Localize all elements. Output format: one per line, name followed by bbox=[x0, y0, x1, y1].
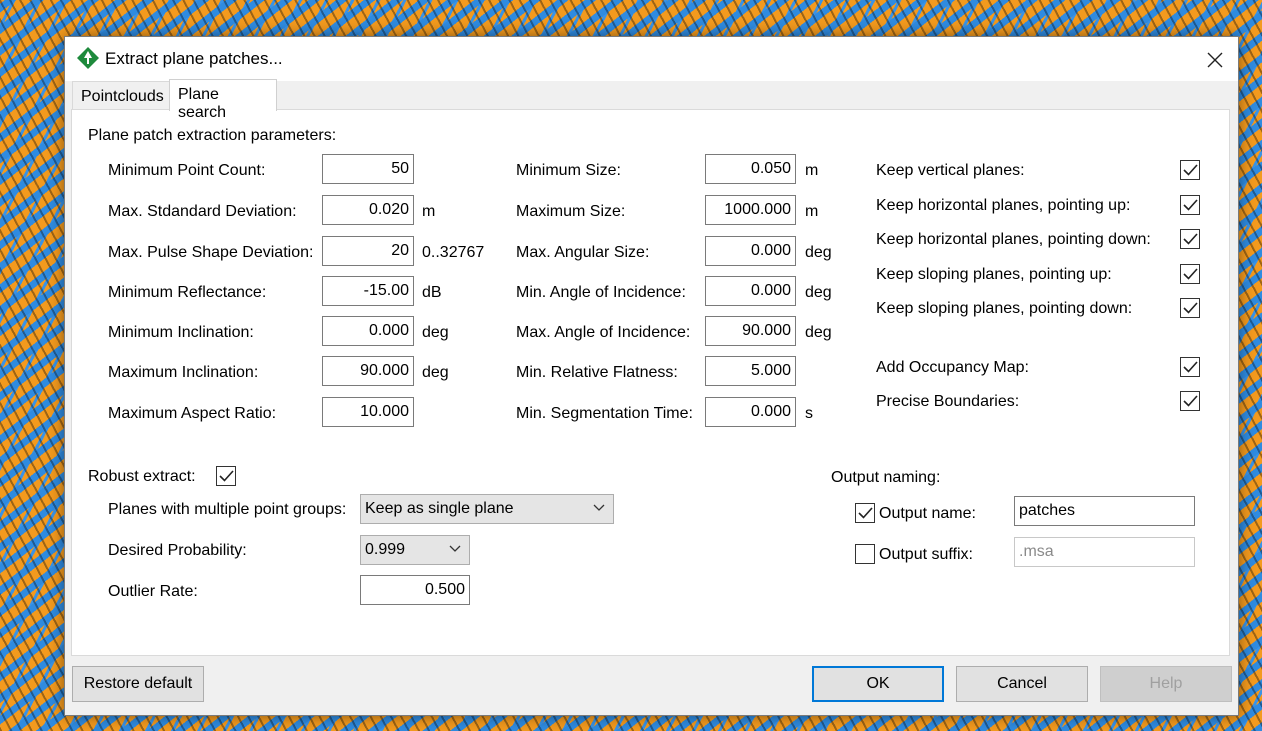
ok-button[interactable]: OK bbox=[812, 666, 944, 702]
checkmark-icon bbox=[858, 507, 873, 519]
keep-horizontal-up-checkbox[interactable] bbox=[1180, 195, 1200, 215]
max-inclination-input[interactable] bbox=[322, 356, 414, 386]
max-std-deviation-label: Max. Stdandard Deviation: bbox=[108, 203, 297, 220]
title-bar: Extract plane patches... bbox=[65, 37, 1238, 81]
max-size-input[interactable] bbox=[705, 195, 796, 225]
max-std-deviation-unit: m bbox=[422, 203, 436, 220]
robust-extract-label: Robust extract: bbox=[88, 468, 196, 485]
keep-sloping-down-checkbox[interactable] bbox=[1180, 298, 1200, 318]
outlier-rate-label: Outlier Rate: bbox=[108, 583, 198, 600]
max-angular-size-input[interactable] bbox=[705, 236, 796, 266]
checkmark-icon bbox=[1183, 395, 1198, 407]
min-segmentation-time-label: Min. Segmentation Time: bbox=[516, 405, 693, 422]
close-icon bbox=[1207, 52, 1223, 68]
max-aspect-ratio-input[interactable] bbox=[322, 397, 414, 427]
cancel-button[interactable]: Cancel bbox=[956, 666, 1088, 702]
min-inclination-unit: deg bbox=[422, 324, 449, 341]
keep-horizontal-up-label: Keep horizontal planes, pointing up: bbox=[876, 197, 1131, 214]
min-point-count-label: Minimum Point Count: bbox=[108, 162, 266, 179]
multi-groups-label: Planes with multiple point groups: bbox=[108, 501, 347, 518]
outlier-rate-input[interactable] bbox=[360, 575, 470, 605]
add-occupancy-map-label: Add Occupancy Map: bbox=[876, 359, 1029, 376]
keep-vertical-planes-label: Keep vertical planes: bbox=[876, 162, 1025, 179]
output-suffix-checkbox[interactable] bbox=[855, 544, 875, 564]
close-button[interactable] bbox=[1192, 37, 1238, 81]
min-inclination-label: Minimum Inclination: bbox=[108, 324, 254, 341]
max-inclination-label: Maximum Inclination: bbox=[108, 364, 259, 381]
app-logo-icon bbox=[77, 47, 99, 69]
keep-horizontal-down-label: Keep horizontal planes, pointing down: bbox=[876, 231, 1151, 248]
min-inclination-input[interactable] bbox=[322, 316, 414, 346]
checkmark-icon bbox=[1183, 302, 1198, 314]
keep-sloping-down-label: Keep sloping planes, pointing down: bbox=[876, 300, 1133, 317]
output-suffix-input[interactable] bbox=[1014, 537, 1195, 567]
min-reflectance-label: Minimum Reflectance: bbox=[108, 284, 267, 301]
max-angle-incidence-label: Max. Angle of Incidence: bbox=[516, 324, 691, 341]
restore-default-button[interactable]: Restore default bbox=[72, 666, 204, 702]
min-size-input[interactable] bbox=[705, 154, 796, 184]
multi-groups-select[interactable]: Keep as single plane bbox=[360, 494, 614, 524]
max-pulse-shape-deviation-input[interactable] bbox=[322, 236, 414, 266]
output-name-checkbox[interactable] bbox=[855, 503, 875, 523]
precise-boundaries-label: Precise Boundaries: bbox=[876, 393, 1020, 410]
min-relative-flatness-input[interactable] bbox=[705, 356, 796, 386]
add-occupancy-map-checkbox[interactable] bbox=[1180, 357, 1200, 377]
min-reflectance-unit: dB bbox=[422, 284, 442, 301]
output-suffix-label: Output suffix: bbox=[879, 546, 973, 563]
precise-boundaries-checkbox[interactable] bbox=[1180, 391, 1200, 411]
max-pulse-shape-deviation-range: 0..32767 bbox=[422, 244, 485, 261]
keep-sloping-up-label: Keep sloping planes, pointing up: bbox=[876, 266, 1112, 283]
min-angle-incidence-label: Min. Angle of Incidence: bbox=[516, 284, 686, 301]
tab-plane-search[interactable]: Plane search bbox=[169, 79, 277, 121]
max-angle-incidence-unit: deg bbox=[805, 324, 832, 341]
min-reflectance-input[interactable] bbox=[322, 276, 414, 306]
checkmark-icon bbox=[1183, 268, 1198, 280]
max-inclination-unit: deg bbox=[422, 364, 449, 381]
extract-plane-patches-dialog: Extract plane patches... Pointclouds Pla… bbox=[64, 36, 1239, 716]
tab-pointclouds[interactable]: Pointclouds bbox=[72, 81, 170, 110]
min-relative-flatness-label: Min. Relative Flatness: bbox=[516, 364, 678, 381]
checkmark-icon bbox=[1183, 233, 1198, 245]
max-size-unit: m bbox=[805, 203, 819, 220]
min-angle-incidence-unit: deg bbox=[805, 284, 832, 301]
max-pulse-shape-deviation-label: Max. Pulse Shape Deviation: bbox=[108, 244, 314, 261]
output-name-label: Output name: bbox=[879, 505, 976, 522]
robust-extract-checkbox[interactable] bbox=[216, 466, 236, 486]
multi-groups-value: Keep as single plane bbox=[365, 500, 514, 517]
min-segmentation-time-unit: s bbox=[805, 405, 813, 422]
max-angular-size-unit: deg bbox=[805, 244, 832, 261]
checkmark-icon bbox=[1183, 164, 1198, 176]
checkmark-icon bbox=[1183, 199, 1198, 211]
keep-vertical-planes-checkbox[interactable] bbox=[1180, 160, 1200, 180]
min-point-count-input[interactable] bbox=[322, 154, 414, 184]
min-size-label: Minimum Size: bbox=[516, 162, 621, 179]
desired-probability-select[interactable]: 0.999 bbox=[360, 535, 470, 565]
chevron-down-icon bbox=[593, 504, 605, 511]
help-button[interactable]: Help bbox=[1100, 666, 1232, 702]
max-aspect-ratio-label: Maximum Aspect Ratio: bbox=[108, 405, 277, 422]
max-angle-incidence-input[interactable] bbox=[705, 316, 796, 346]
max-std-deviation-input[interactable] bbox=[322, 195, 414, 225]
chevron-down-icon bbox=[449, 545, 461, 552]
output-naming-title: Output naming: bbox=[831, 469, 941, 486]
keep-sloping-up-checkbox[interactable] bbox=[1180, 264, 1200, 284]
min-angle-incidence-input[interactable] bbox=[705, 276, 796, 306]
desired-probability-value: 0.999 bbox=[365, 541, 406, 558]
desired-probability-label: Desired Probability: bbox=[108, 542, 247, 559]
min-size-unit: m bbox=[805, 162, 819, 179]
max-angular-size-label: Max. Angular Size: bbox=[516, 244, 650, 261]
checkmark-icon bbox=[219, 470, 234, 482]
min-segmentation-time-input[interactable] bbox=[705, 397, 796, 427]
window-title: Extract plane patches... bbox=[105, 49, 283, 68]
checkmark-icon bbox=[1183, 361, 1198, 373]
plane-search-panel: Plane patch extraction parameters: Minim… bbox=[71, 109, 1230, 656]
keep-horizontal-down-checkbox[interactable] bbox=[1180, 229, 1200, 249]
output-name-input[interactable] bbox=[1014, 496, 1195, 526]
max-size-label: Maximum Size: bbox=[516, 203, 626, 220]
section-title: Plane patch extraction parameters: bbox=[88, 127, 337, 144]
